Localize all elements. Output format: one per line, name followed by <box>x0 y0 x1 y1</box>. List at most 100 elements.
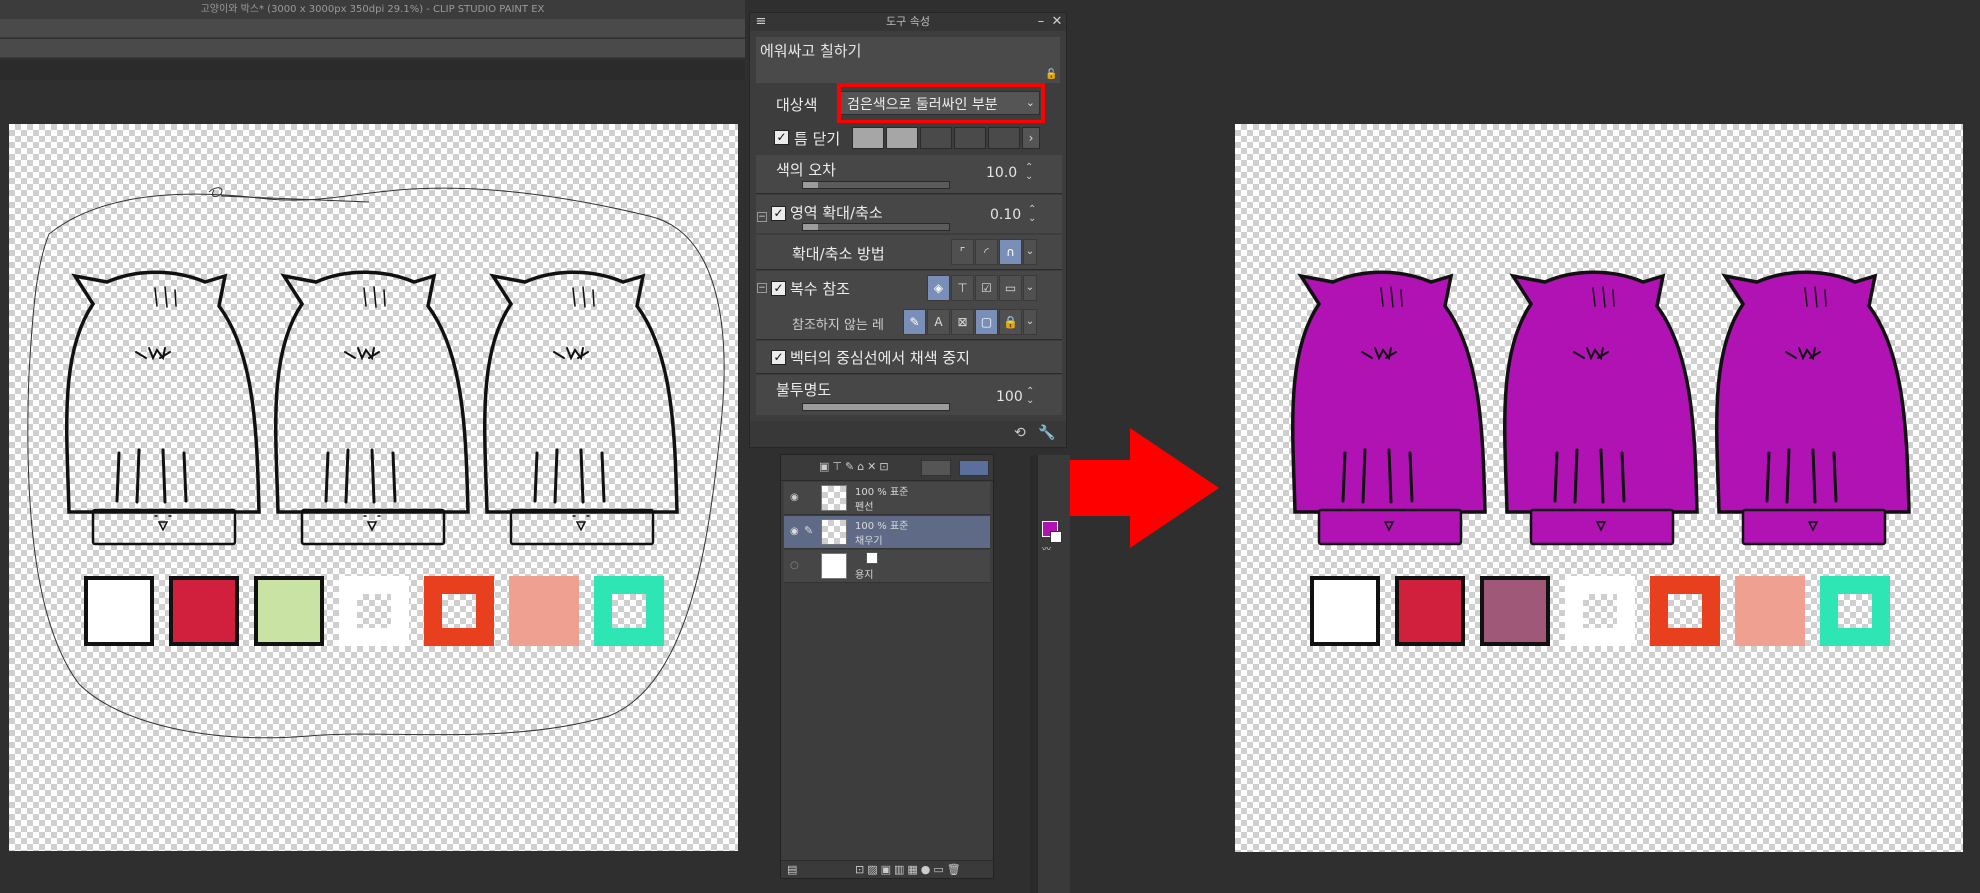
lock-icon[interactable]: 🔓 <box>1045 69 1057 81</box>
multi-ref-row: − ✓ 복수 참조 ◈ ⊤ ☑ ▭ ⌄ <box>756 271 1062 305</box>
exclude-frame-icon[interactable]: ⊠ <box>951 309 974 335</box>
sub-toolbar <box>0 39 745 58</box>
spinner-icon[interactable]: ⌃ ⌄ <box>1028 205 1036 224</box>
layer-toolbar: ▣⊤✎⌂✕⊡ <box>781 455 993 481</box>
layer-row[interactable]: ○ 용지 <box>784 550 990 583</box>
gap-level-5[interactable] <box>988 127 1020 149</box>
close-gap-label: 틈 닫기 <box>794 130 841 148</box>
exclude-ref-label: 참조하지 않는 레 <box>792 318 884 333</box>
layer-name: 채우기 <box>855 536 883 547</box>
panel-header: 도구 속성 <box>750 13 1066 31</box>
square-corner-icon[interactable]: ⌜ <box>951 239 974 265</box>
opacity-value[interactable]: 100 <box>996 389 1023 405</box>
area-scaling-label: 영역 확대/축소 <box>790 204 883 222</box>
spinner-icon[interactable]: ⌃ ⌄ <box>1026 387 1034 406</box>
hamburger-icon[interactable]: ≡ <box>754 15 768 29</box>
sub-color-swatch[interactable] <box>1050 531 1062 543</box>
spinner-icon[interactable]: ⌃ ⌄ <box>1025 163 1033 182</box>
layer-menu-icon[interactable]: ▤ <box>787 863 797 876</box>
panel-title: 도구 속성 <box>886 15 930 28</box>
color-tolerance-slider[interactable] <box>802 181 950 189</box>
swatch-mauve-outlined <box>1480 576 1550 646</box>
opacity-slider[interactable] <box>802 403 950 411</box>
layer-row[interactable]: ◉ 100 % 표준 펜선 <box>784 482 990 515</box>
swatch-white-ring <box>339 576 409 646</box>
layer-row-selected[interactable]: ◉ ✎ 100 % 표준 채우기 <box>784 516 990 549</box>
eye-icon[interactable]: ◉ <box>790 526 799 537</box>
exclude-text-icon[interactable]: A <box>927 309 950 335</box>
scaling-method-label: 확대/축소 방법 <box>792 245 885 263</box>
scroll-strip[interactable] <box>1030 455 1037 893</box>
round-corner-icon[interactable]: ◜ <box>975 239 998 265</box>
all-layers-icon[interactable]: ◈ <box>927 275 950 301</box>
canvas-before[interactable] <box>9 124 738 851</box>
area-scaling-slider[interactable] <box>802 223 950 231</box>
close-icon[interactable]: ✕ <box>1050 15 1064 29</box>
command-bar <box>0 19 745 38</box>
layer-mode-dropdown[interactable] <box>959 460 989 476</box>
transparent-color-icon[interactable]: 〰 <box>1042 546 1066 555</box>
layer-mode: 100 % 표준 <box>855 521 909 532</box>
exclude-ref-row: 참조하지 않는 레 ✎ A ⊠ ▢ 🔒 ⌄ <box>756 305 1062 339</box>
reset-icon[interactable]: ⟲ <box>1014 425 1026 441</box>
color-tolerance-value[interactable]: 10.0 <box>986 165 1017 181</box>
canvas-after <box>1235 124 1963 852</box>
highlight-box <box>837 83 1045 124</box>
multi-ref-checkbox[interactable]: ✓ <box>771 281 786 296</box>
tool-name-box: 에워싸고 칠하기 🔓 <box>756 37 1060 83</box>
swatch-salmon <box>509 576 579 646</box>
swatch-red-outlined <box>1395 576 1465 646</box>
selected-layers-icon[interactable]: ☑ <box>975 275 998 301</box>
cat-filled-3 <box>1715 270 1911 546</box>
exclude-paper-icon[interactable]: ▢ <box>975 309 998 335</box>
lasso-selection-path <box>27 187 725 739</box>
arc-corner-icon[interactable]: ∩ <box>999 239 1022 265</box>
gap-level-3[interactable] <box>920 127 952 149</box>
swatch-mint-ring <box>1820 576 1890 646</box>
scaling-method-row: 확대/축소 방법 ⌜ ◜ ∩ ⌄ <box>756 235 1062 269</box>
cat-2 <box>274 270 470 546</box>
layer-mode: 100 % 표준 <box>855 487 909 498</box>
gap-level-4[interactable] <box>954 127 986 149</box>
area-scaling-checkbox[interactable]: ✓ <box>771 206 786 221</box>
wrench-icon[interactable]: 🔧 <box>1038 425 1055 441</box>
stop-vector-row: ✓ 벡터의 중심선에서 채색 중지 <box>756 341 1062 373</box>
swatch-orange-ring <box>424 576 494 646</box>
layer-name: 펜선 <box>855 502 874 513</box>
stop-vector-checkbox[interactable]: ✓ <box>771 350 786 365</box>
chevron-right-icon[interactable]: › <box>1022 127 1040 149</box>
chevron-down-icon[interactable]: ⌄ <box>1023 275 1037 301</box>
swatch-mint-ring <box>594 576 664 646</box>
collapse-icon[interactable]: − <box>757 283 767 293</box>
color-sidebar: 〰 <box>1037 455 1070 893</box>
minimize-icon[interactable]: – <box>1034 15 1048 29</box>
eye-icon[interactable]: ○ <box>790 560 799 571</box>
chevron-down-icon[interactable]: ⌄ <box>1023 309 1037 335</box>
area-scaling-value[interactable]: 0.10 <box>990 207 1021 223</box>
close-gap-checkbox[interactable]: ✓ <box>774 130 789 145</box>
close-gap-row: ✓ 틈 닫기 › <box>756 123 1062 153</box>
opacity-label: 불투명도 <box>776 381 832 399</box>
folder-icon[interactable]: ▭ <box>999 275 1022 301</box>
swatch-salmon <box>1735 576 1805 646</box>
collapse-icon[interactable]: − <box>757 212 767 222</box>
cat-filled-1 <box>1291 270 1487 546</box>
layer-thumbnail <box>821 485 847 511</box>
layer-action-icons[interactable]: ⊡▨▣▥▦●▭🗑 <box>855 863 964 876</box>
swatch-green-outlined <box>254 576 324 646</box>
cat-1 <box>65 270 261 546</box>
tool-property-panel: 도구 속성 ≡ – ✕ 에워싸고 칠하기 🔓 대상색 검은색으로 둘러싸인 부분… <box>749 12 1067 448</box>
canvas-tab-strip <box>0 60 745 80</box>
gap-level-2[interactable] <box>886 127 918 149</box>
layer-color-dropdown[interactable] <box>921 460 951 476</box>
chevron-down-icon[interactable]: ⌄ <box>1023 239 1037 265</box>
exclude-locked-icon[interactable]: 🔒 <box>999 309 1022 335</box>
panel-footer: ⟲ 🔧 <box>750 421 1066 447</box>
layer-tool-icons[interactable]: ▣⊤✎⌂✕⊡ <box>819 460 892 473</box>
exclude-draft-icon[interactable]: ✎ <box>903 309 926 335</box>
ref-layer-icon[interactable]: ⊤ <box>951 275 974 301</box>
eye-icon[interactable]: ◉ <box>790 492 799 503</box>
color-tolerance-row: 색의 오차 10.0 ⌃ ⌄ <box>756 155 1062 193</box>
gap-level-1[interactable] <box>852 127 884 149</box>
color-tolerance-label: 색의 오차 <box>776 161 836 179</box>
